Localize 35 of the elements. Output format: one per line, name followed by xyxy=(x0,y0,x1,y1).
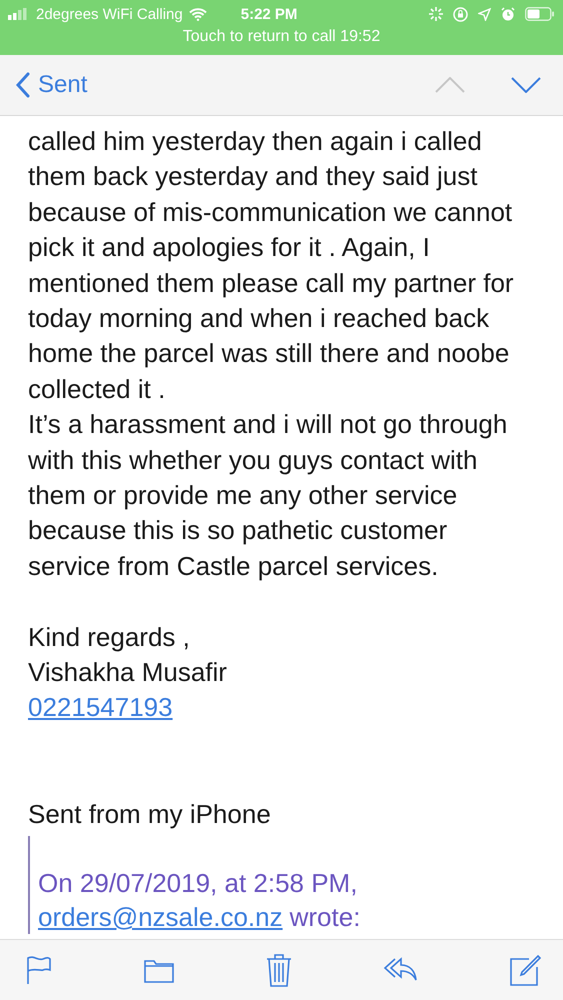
compose-button[interactable] xyxy=(509,954,541,986)
wrote-text: wrote: xyxy=(290,901,360,934)
email-link[interactable]: orders@nzsale.co.nz xyxy=(38,900,283,934)
rotation-lock-icon xyxy=(453,6,468,22)
message-line: Kind regards , xyxy=(28,620,191,654)
back-chevron-icon xyxy=(16,72,30,98)
back-button[interactable]: Sent xyxy=(16,71,88,99)
message-line: mentioned them please call my partner for xyxy=(28,266,515,300)
message-line: because of mis-communication we cannot xyxy=(28,196,514,229)
message-line: them or provide me any other service xyxy=(28,479,458,512)
message-line: pick it and apologies for it . Again, I xyxy=(28,231,431,264)
message-line: called him yesterday then again i called xyxy=(28,125,483,158)
message-line: service from Castle parcel services. xyxy=(28,550,440,583)
flag-button[interactable] xyxy=(26,955,52,985)
trash-button[interactable] xyxy=(266,953,292,987)
message-line: It’s a harassment and i will not go through xyxy=(28,408,508,442)
location-icon xyxy=(478,8,491,20)
alarm-icon xyxy=(501,7,515,21)
message-line: because this is so pathetic customer xyxy=(28,514,448,548)
message-line: them back yesterday and they said just xyxy=(28,160,478,194)
activity-icon xyxy=(429,7,443,21)
message-line: with this whether you guys contact with xyxy=(28,444,478,477)
carrier-name: 2degrees WiFi Calling xyxy=(36,6,183,22)
message-line: collected it . xyxy=(28,372,166,406)
quote-header: On 29/07/2019, at 2:58 PM, xyxy=(38,867,358,900)
message-line: today morning and when i reached back xyxy=(28,302,490,336)
message-line: Vishakha Musafir xyxy=(28,656,228,690)
clock-time: 5:22 PM xyxy=(240,6,298,22)
wifi-icon xyxy=(188,8,207,20)
next-message-button[interactable] xyxy=(511,77,541,93)
folder-button[interactable] xyxy=(144,957,174,983)
message-line: home the parcel was still there and noobe xyxy=(28,337,510,370)
signature-text: Sent from my iPhone xyxy=(28,798,272,831)
phone-link[interactable]: 0221547193 xyxy=(28,690,173,726)
battery-icon xyxy=(525,7,555,21)
